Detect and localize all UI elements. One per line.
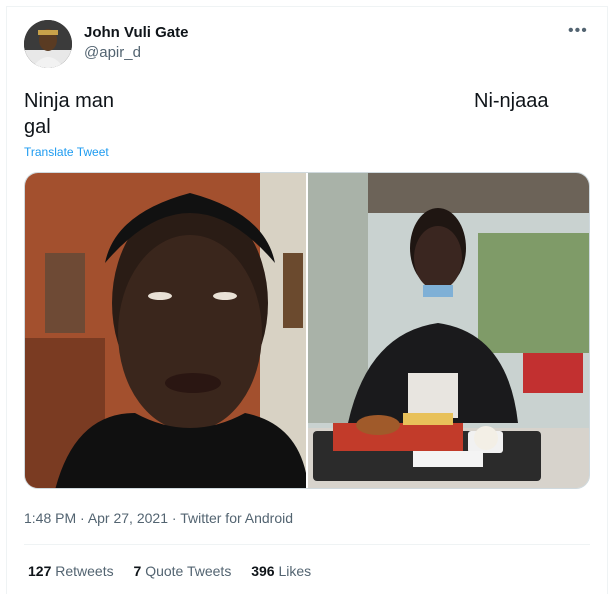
quote-tweets-label: Quote Tweets xyxy=(145,563,232,579)
photo-left[interactable] xyxy=(25,173,306,488)
likes-count: 396 xyxy=(251,563,275,579)
translate-tweet-link[interactable]: Translate Tweet xyxy=(24,145,109,159)
likes-stat[interactable]: 396 Likes xyxy=(251,563,311,579)
display-name[interactable]: John Vuli Gate xyxy=(84,24,188,41)
user-handle[interactable]: @apir_d xyxy=(84,44,141,61)
tweet-stats: 127 Retweets 7 Quote Tweets 396 Likes xyxy=(28,563,327,579)
meta-separator: · xyxy=(76,510,88,526)
meta-separator: · xyxy=(167,510,181,526)
tweet-text-left: Ninja man gal xyxy=(24,88,114,140)
tweet-line: Ninja man xyxy=(24,90,115,112)
likes-label: Likes xyxy=(278,563,312,579)
tweet-media[interactable] xyxy=(24,172,590,489)
tweet-date[interactable]: Apr 27, 2021 xyxy=(88,510,168,526)
tweet-line: gal xyxy=(24,116,51,138)
retweets-stat[interactable]: 127 Retweets xyxy=(28,563,114,579)
man-selfie-image xyxy=(25,173,306,488)
retweets-count: 127 xyxy=(28,563,52,579)
tweet-text-right: Ni-njaaa xyxy=(474,90,549,112)
woman-eating-image xyxy=(308,173,589,488)
quote-tweets-stat[interactable]: 7 Quote Tweets xyxy=(134,563,232,579)
avatar-image xyxy=(24,20,72,68)
tweet-time[interactable]: 1:48 PM xyxy=(24,510,76,526)
retweets-label: Retweets xyxy=(55,563,114,579)
photo-right[interactable] xyxy=(308,173,589,488)
avatar[interactable] xyxy=(24,20,72,68)
more-options-icon[interactable]: ••• xyxy=(568,22,588,40)
tweet-source[interactable]: Twitter for Android xyxy=(180,510,293,526)
quote-tweets-count: 7 xyxy=(133,563,142,579)
divider xyxy=(24,544,590,545)
tweet-meta: 1:48 PM · Apr 27, 2021 · Twitter for And… xyxy=(24,510,293,526)
